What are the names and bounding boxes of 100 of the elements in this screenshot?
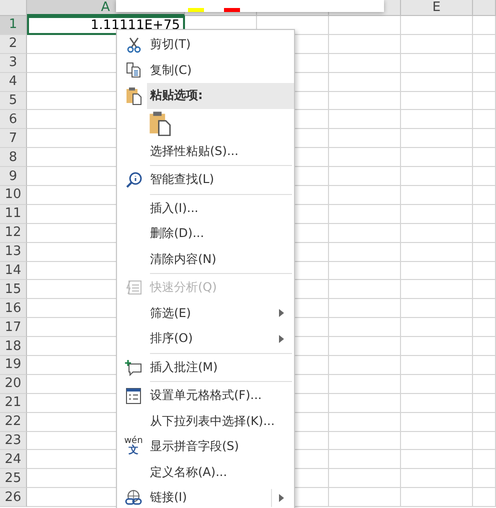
table-cell[interactable] [329,148,401,168]
table-cell[interactable] [401,92,473,110]
menu-item[interactable]: 定义名称(A)... [117,460,294,485]
menu-item[interactable]: 设置单元格格式(F)... [117,383,294,408]
table-cell[interactable] [329,469,401,488]
table-cell[interactable] [329,488,401,508]
row-header[interactable]: 8 [0,148,27,168]
row-header[interactable]: 13 [0,242,27,262]
table-cell[interactable] [401,110,473,130]
table-cell[interactable] [329,280,401,300]
table-cell[interactable] [473,167,496,186]
table-cell[interactable] [473,469,496,488]
table-cell[interactable] [473,374,496,394]
row-header[interactable]: 9 [0,167,27,186]
table-cell[interactable] [473,72,496,92]
table-cell[interactable] [473,280,496,300]
table-cell[interactable] [401,54,473,73]
table-cell[interactable] [329,110,401,130]
table-cell[interactable] [473,356,496,375]
column-header[interactable]: E [401,0,473,16]
table-cell[interactable] [329,337,401,356]
table-cell[interactable] [401,356,473,375]
table-cell[interactable] [329,129,401,148]
table-cell[interactable] [473,299,496,318]
table-cell[interactable] [401,432,473,450]
row-header[interactable]: 16 [0,299,27,318]
row-header[interactable]: 2 [0,34,27,54]
table-cell[interactable] [473,432,496,450]
table-cell[interactable] [473,488,496,508]
table-cell[interactable] [473,412,496,432]
table-cell[interactable] [401,262,473,280]
table-cell[interactable] [473,224,496,243]
table-cell[interactable] [401,469,473,488]
table-cell[interactable] [401,318,473,338]
table-cell[interactable] [473,148,496,168]
table-cell[interactable] [329,432,401,450]
row-header[interactable]: 11 [0,204,27,224]
table-cell[interactable] [401,394,473,413]
table-cell[interactable] [329,186,401,205]
table-cell[interactable] [401,148,473,168]
table-cell[interactable] [473,337,496,356]
table-cell[interactable] [329,224,401,243]
table-cell[interactable] [329,299,401,318]
row-header[interactable]: 26 [0,488,27,508]
table-cell[interactable] [329,204,401,224]
row-header[interactable]: 22 [0,412,27,432]
table-cell[interactable] [401,34,473,54]
row-header[interactable]: 12 [0,224,27,243]
table-cell[interactable] [329,167,401,186]
table-cell[interactable] [401,374,473,394]
table-cell[interactable] [473,92,496,110]
row-header[interactable]: 24 [0,450,27,470]
table-cell[interactable] [473,54,496,73]
menu-item[interactable]: 插入批注(M) [117,354,294,380]
table-cell[interactable] [401,16,473,35]
color-swatch[interactable] [188,8,204,12]
menu-item[interactable]: 复制(C) [117,58,294,83]
row-header[interactable]: 4 [0,72,27,92]
menu-item[interactable]: 清除内容(N) [117,246,294,272]
menu-item[interactable]: 剪切(T) [117,32,294,58]
table-cell[interactable] [473,16,496,35]
select-all-corner[interactable] [0,0,27,16]
table-cell[interactable] [473,110,496,130]
table-cell[interactable] [473,34,496,54]
table-cell[interactable] [329,394,401,413]
menu-item[interactable]: 插入(I)... [117,196,294,221]
table-cell[interactable] [401,186,473,205]
table-cell[interactable] [401,299,473,318]
table-cell[interactable] [329,450,401,470]
row-header[interactable]: 25 [0,469,27,488]
menu-item[interactable]: 从下拉列表中选择(K)... [117,408,294,434]
table-cell[interactable] [329,318,401,338]
menu-item[interactable]: 筛选(E) [117,300,294,326]
row-header[interactable]: 19 [0,356,27,375]
row-header[interactable]: 21 [0,394,27,413]
menu-item[interactable]: 选择性粘贴(S)... [117,138,294,164]
menu-item[interactable]: 智能查找(L) [117,167,294,192]
menu-item[interactable]: 排序(O) [117,326,294,352]
row-header[interactable]: 23 [0,432,27,450]
row-header[interactable]: 17 [0,318,27,338]
table-cell[interactable] [401,450,473,470]
table-cell[interactable] [329,34,401,54]
table-cell[interactable] [329,92,401,110]
row-header[interactable]: 3 [0,54,27,73]
table-cell[interactable] [329,412,401,432]
table-cell[interactable] [329,16,401,35]
row-header[interactable]: 5 [0,92,27,110]
table-cell[interactable] [401,129,473,148]
table-cell[interactable] [401,72,473,92]
table-cell[interactable] [473,394,496,413]
table-cell[interactable] [473,242,496,262]
menu-item[interactable]: 删除(D)... [117,221,294,246]
table-cell[interactable] [473,186,496,205]
column-header[interactable] [473,0,496,16]
table-cell[interactable] [401,488,473,508]
row-header[interactable]: 14 [0,262,27,280]
table-cell[interactable] [329,72,401,92]
table-cell[interactable] [329,54,401,73]
table-cell[interactable] [473,450,496,470]
table-cell[interactable] [473,318,496,338]
